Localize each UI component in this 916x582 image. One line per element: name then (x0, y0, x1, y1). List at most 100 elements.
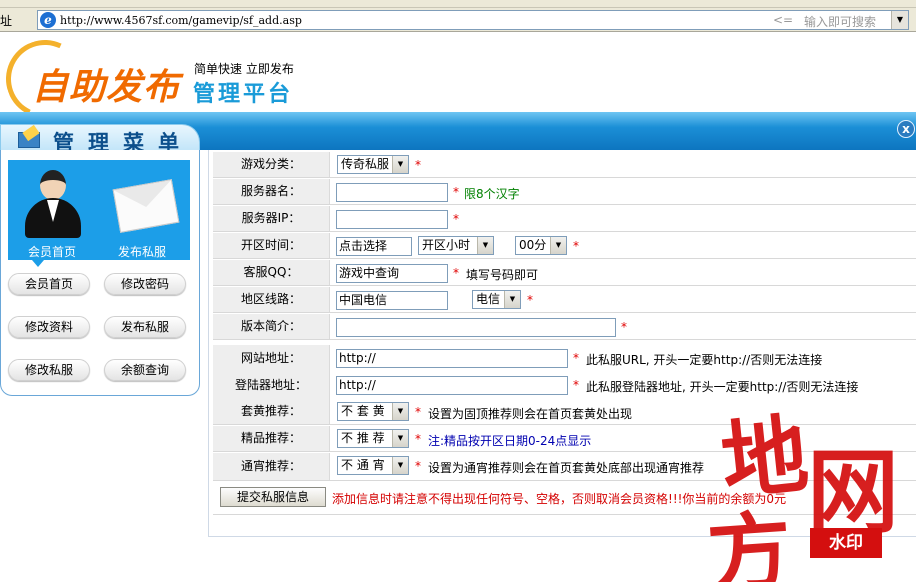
balance-query-button[interactable]: 余额查询 (104, 359, 186, 381)
server-name-hint: 限8个汉字 (464, 187, 520, 201)
website-hint: 此私服URL, 开头一定要http://否则无法连接 (586, 353, 823, 367)
required-star: * (573, 239, 579, 253)
change-password-button[interactable]: 修改密码 (104, 273, 186, 295)
form-row-qq: 客服QQ： 游戏中查询 * 填写号码即可 (213, 260, 916, 286)
address-label: 址 (0, 14, 13, 28)
overnight-select[interactable]: 不 通 宵 ▼ (337, 456, 409, 475)
required-star: * (453, 266, 459, 280)
required-star: * (415, 405, 421, 419)
dropdown-arrow-icon: ▼ (504, 291, 520, 308)
open-hour-select[interactable]: 开区小时 ▼ (418, 236, 494, 255)
required-star: * (415, 432, 421, 446)
field-label: 版本简介： (213, 314, 330, 339)
required-star: * (621, 320, 627, 334)
field-label: 登陆器地址： (213, 372, 330, 399)
website-input[interactable]: http:// (336, 349, 568, 368)
tab-member-home[interactable]: 会员首页 (28, 243, 76, 260)
category-select[interactable]: 传奇私服 ▼ (337, 155, 409, 174)
dropdown-arrow-icon: ▼ (392, 156, 408, 173)
open-date-input[interactable]: 点击选择 (336, 237, 412, 256)
required-star: * (415, 459, 421, 473)
top-recommend-select[interactable]: 不 套 黄 ▼ (337, 402, 409, 421)
field-label: 通宵推荐： (213, 453, 330, 480)
field-label: 服务器名： (213, 179, 330, 204)
field-label: 服务器IP： (213, 206, 330, 231)
form-row-open-time: 开区时间： 点击选择 开区小时 ▼ 00分 ▼ * (213, 233, 916, 259)
top-recommend-hint: 设置为固顶推荐则会在首页套黄处出现 (428, 407, 633, 421)
premium-hint: 注:精品按开区日期0-24点显示 (428, 434, 592, 448)
field-label: 开区时间： (213, 233, 330, 258)
close-icon[interactable]: x (897, 120, 915, 138)
premium-value: 不 推 荐 (341, 431, 385, 445)
required-star: * (415, 158, 421, 172)
open-minute-value: 00分 (519, 238, 547, 252)
qq-hint: 填写号码即可 (466, 268, 539, 282)
line-select[interactable]: 电信 ▼ (472, 290, 521, 309)
logo-subtitle: 管理平台 (193, 82, 294, 107)
search-arrow-icon: <= (773, 13, 794, 27)
dropdown-arrow-icon: ▼ (392, 457, 408, 474)
overnight-value: 不 通 宵 (341, 458, 385, 472)
field-label: 精品推荐： (213, 426, 330, 451)
address-input[interactable]: e http://www.4567sf.com/gamevip/sf_add.a… (37, 10, 909, 30)
category-value: 传奇私服 (341, 157, 390, 171)
overnight-hint: 设置为通宵推荐则会在首页套黄处底部出现通宵推荐 (428, 461, 705, 475)
form-row-line: 地区线路： 中国电信 电信 ▼ * (213, 287, 916, 313)
form-row-intro: 版本简介： * (213, 314, 916, 340)
publish-server-button[interactable]: 发布私服 (104, 316, 186, 338)
open-hour-value: 开区小时 (422, 238, 471, 252)
premium-select[interactable]: 不 推 荐 ▼ (337, 429, 409, 448)
dropdown-arrow-icon: ▼ (550, 237, 566, 254)
server-name-input[interactable] (336, 183, 448, 202)
logo-slogan: 简单快速 立即发布 (194, 62, 294, 76)
address-url[interactable]: http://www.4567sf.com/gamevip/sf_add.asp (60, 14, 302, 27)
required-star: * (573, 378, 579, 392)
member-avatar-icon[interactable] (25, 168, 81, 238)
dropdown-arrow-icon: ▼ (477, 237, 493, 254)
field-label: 客服QQ： (213, 260, 330, 285)
edit-profile-button[interactable]: 修改资料 (8, 316, 90, 338)
dropdown-arrow-icon: ▼ (392, 430, 408, 447)
page: 址 e http://www.4567sf.com/gamevip/sf_add… (0, 0, 916, 582)
search-placeholder[interactable]: 输入即可搜索 (804, 13, 876, 30)
active-tab-pointer (32, 260, 44, 267)
top-recommend-value: 不 套 黄 (341, 404, 385, 418)
dropdown-arrow-icon: ▼ (392, 403, 408, 420)
required-star: * (453, 212, 459, 226)
address-bar: 址 e http://www.4567sf.com/gamevip/sf_add… (0, 8, 916, 32)
sidebar-tabs: 会员首页 发布私服 (8, 160, 190, 260)
field-label: 地区线路： (213, 287, 330, 312)
form-row-server-name: 服务器名： * 限8个汉字 (213, 179, 916, 205)
envelope-icon[interactable] (112, 179, 180, 233)
required-star: * (573, 351, 579, 365)
field-label: 套黄推荐： (213, 399, 330, 424)
form-row-server-ip: 服务器IP： * (213, 206, 916, 232)
logo-title: 自助发布 (32, 67, 181, 108)
ie-page-icon: e (40, 12, 56, 28)
menu-banner: 管理菜单 x (0, 112, 916, 155)
submit-button[interactable]: 提交私服信息 (220, 487, 326, 507)
version-intro-input[interactable] (336, 318, 616, 337)
region-input[interactable]: 中国电信 (336, 291, 448, 310)
watermark-char: 方 (704, 500, 795, 582)
required-star: * (527, 293, 533, 307)
launcher-input[interactable]: http:// (336, 376, 568, 395)
field-label: 游戏分类： (213, 152, 330, 177)
open-minute-select[interactable]: 00分 ▼ (515, 236, 567, 255)
member-home-button[interactable]: 会员首页 (8, 273, 90, 295)
tab-publish[interactable]: 发布私服 (118, 243, 166, 260)
qq-input[interactable]: 游戏中查询 (336, 264, 448, 283)
form-row-category: 游戏分类： 传奇私服 ▼ * (213, 152, 916, 178)
watermark-badge: 水印 (810, 528, 882, 558)
address-dropdown-icon[interactable]: ▼ (891, 11, 908, 29)
toolbar-strip (0, 0, 916, 8)
required-star: * (453, 185, 459, 199)
form-row-website: 网站地址： http:// * 此私服URL, 开头一定要http://否则无法… (213, 345, 916, 373)
divider (208, 150, 209, 536)
watermark: 地 方 网 水印 (703, 390, 916, 582)
edit-server-button[interactable]: 修改私服 (8, 359, 90, 381)
field-label: 网站地址： (213, 345, 330, 372)
server-ip-input[interactable] (336, 210, 448, 229)
folder-pen-icon (18, 132, 40, 148)
line-value: 电信 (476, 292, 501, 306)
